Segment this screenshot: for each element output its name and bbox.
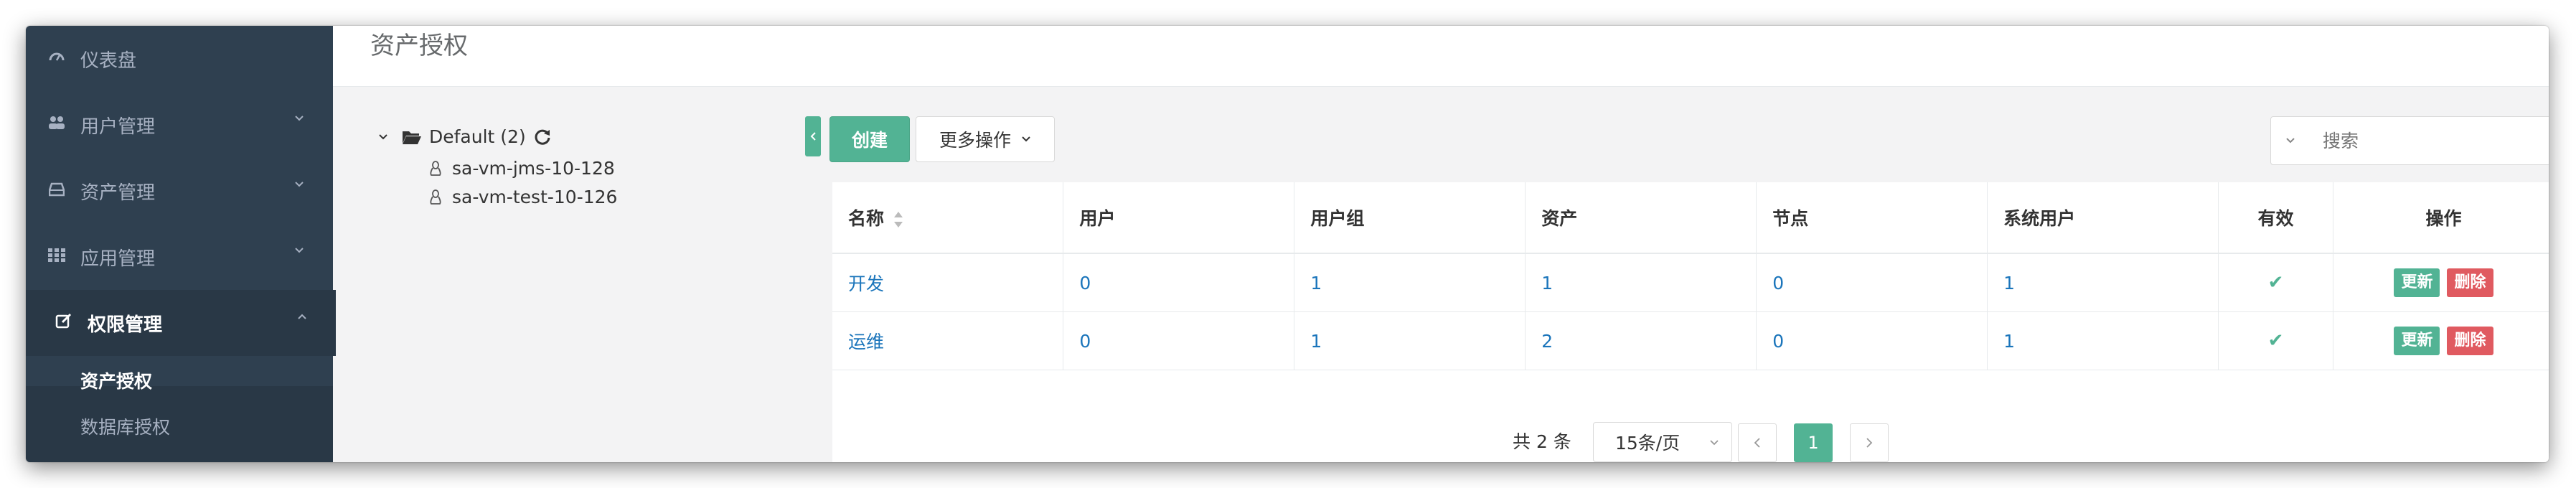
page-size-value: 15条/页 [1615,433,1680,454]
sidebar-item-label: 仪表盘 [80,50,137,72]
page-header: 资产授权 [333,26,2549,87]
check-icon: ✔ [2267,330,2284,352]
table-row: 开发 0 1 1 0 1 ✔ 更新 删除 [832,253,2549,312]
chevron-up-icon [298,314,306,319]
search-input[interactable] [2321,127,2539,154]
tree-node-asset[interactable]: sa-vm-jms-10-128 [429,158,615,179]
tree-node-asset[interactable]: sa-vm-test-10-126 [429,187,617,207]
linux-icon [430,160,441,176]
permissions-table: 名称 用户 用户组 资产 节点 系统用户 有效 操作 开发 0 1 1 0 1 … [832,182,2549,462]
tree-node-label: sa-vm-jms-10-128 [452,158,615,179]
cell-name-link[interactable]: 运维 [832,311,1064,370]
column-header-user-groups: 用户组 [1294,182,1526,254]
column-header-active: 有效 [2218,182,2333,254]
table-row: 运维 0 1 2 0 1 ✔ 更新 删除 [832,311,2549,370]
page-size-select[interactable]: 15条/页 [1593,422,1732,462]
update-button[interactable]: 更新 [2394,327,2440,355]
tree-node-label: Default (2) [429,126,526,147]
cell-user-groups-link[interactable]: 1 [1294,253,1526,312]
column-header-system-users: 系统用户 [1987,182,2219,254]
sidebar-item-label: 资产管理 [80,182,156,204]
more-actions-button[interactable]: 更多操作 [916,116,1055,162]
cell-assets-link[interactable]: 1 [1525,253,1757,312]
chevron-left-icon [1754,438,1760,448]
delete-button[interactable]: 删除 [2447,327,2493,355]
column-header-assets: 资产 [1525,182,1757,254]
sidebar-item-assets[interactable]: 资产管理 [26,158,333,224]
sidebar-subitem-asset-permission[interactable]: 资产授权 [80,367,152,393]
folder-open-icon [403,131,421,144]
cell-assets-link[interactable]: 2 [1525,311,1757,370]
next-page-button[interactable] [1850,423,1889,462]
sort-icon[interactable] [893,210,904,229]
edit-icon [53,312,75,334]
page-button[interactable]: 1 [1794,423,1833,462]
chevron-down-icon[interactable] [377,131,389,143]
delete-button[interactable]: 删除 [2447,268,2493,297]
column-header-users: 用户 [1063,182,1295,254]
column-header-actions: 操作 [2333,182,2549,254]
page-title: 资产授权 [370,32,468,60]
update-button[interactable]: 更新 [2394,268,2440,297]
cell-system-users-link[interactable]: 1 [1987,253,2219,312]
pagination-total: 共 2 条 [1513,431,1571,452]
column-header-nodes: 节点 [1756,182,1988,254]
column-header-name[interactable]: 名称 [832,182,1064,254]
cell-system-users-link[interactable]: 1 [1987,311,2219,370]
cell-users-link[interactable]: 0 [1063,311,1295,370]
cell-actions: 更新 删除 [2333,253,2549,312]
sidebar-item-label: 应用管理 [80,248,156,270]
collapse-tree-button[interactable] [805,116,821,156]
cell-nodes-link[interactable]: 0 [1756,253,1988,312]
grid-icon [46,247,67,267]
sidebar-subitem-database-permission[interactable]: 数据库授权 [80,413,170,439]
users-icon [46,115,67,135]
permissions-submenu [26,386,333,462]
sidebar-item-apps[interactable]: 应用管理 [26,224,333,290]
sidebar-item-label: 权限管理 [88,314,163,336]
chevron-down-icon[interactable] [2285,136,2295,146]
tree-node-label: sa-vm-test-10-126 [452,187,618,207]
prev-page-button[interactable] [1738,423,1777,462]
chevron-down-icon [1022,136,1030,142]
inbox-icon [46,181,67,201]
sidebar-item-users[interactable]: 用户管理 [26,92,333,158]
cell-users-link[interactable]: 0 [1063,253,1295,312]
app-window: 仪表盘 用户管理 资产管理 应用管理 权限管理 资产授权 数据库授权 资产授权 … [26,26,2549,462]
cell-name-link[interactable]: 开发 [832,253,1064,312]
more-actions-label: 更多操作 [939,130,1011,151]
sidebar-item-dashboard[interactable]: 仪表盘 [26,26,333,92]
chevron-down-icon [295,248,304,253]
chevron-down-icon [1710,440,1719,446]
linux-icon [430,189,441,205]
sidebar-item-permissions[interactable]: 权限管理 [26,290,336,356]
cell-active: ✔ [2218,311,2333,370]
refresh-icon[interactable] [533,128,552,146]
cell-nodes-link[interactable]: 0 [1756,311,1988,370]
check-icon: ✔ [2267,272,2284,294]
chevron-left-icon [810,132,816,141]
cell-active: ✔ [2218,253,2333,312]
sidebar-item-label: 用户管理 [80,116,156,138]
chevron-down-icon [295,182,304,187]
cell-actions: 更新 删除 [2333,311,2549,370]
dashboard-icon [46,48,67,70]
chevron-right-icon [1866,438,1873,448]
cell-user-groups-link[interactable]: 1 [1294,311,1526,370]
sidebar: 仪表盘 用户管理 资产管理 应用管理 权限管理 资产授权 数据库授权 [26,26,336,462]
table-header-row: 名称 用户 用户组 资产 节点 系统用户 有效 操作 [832,182,2549,254]
search-box[interactable] [2270,116,2549,165]
tree-node-root[interactable]: Default (2) [377,126,552,147]
column-header-label: 名称 [848,208,885,229]
create-button[interactable]: 创建 [829,116,910,162]
chevron-down-icon [295,116,304,121]
